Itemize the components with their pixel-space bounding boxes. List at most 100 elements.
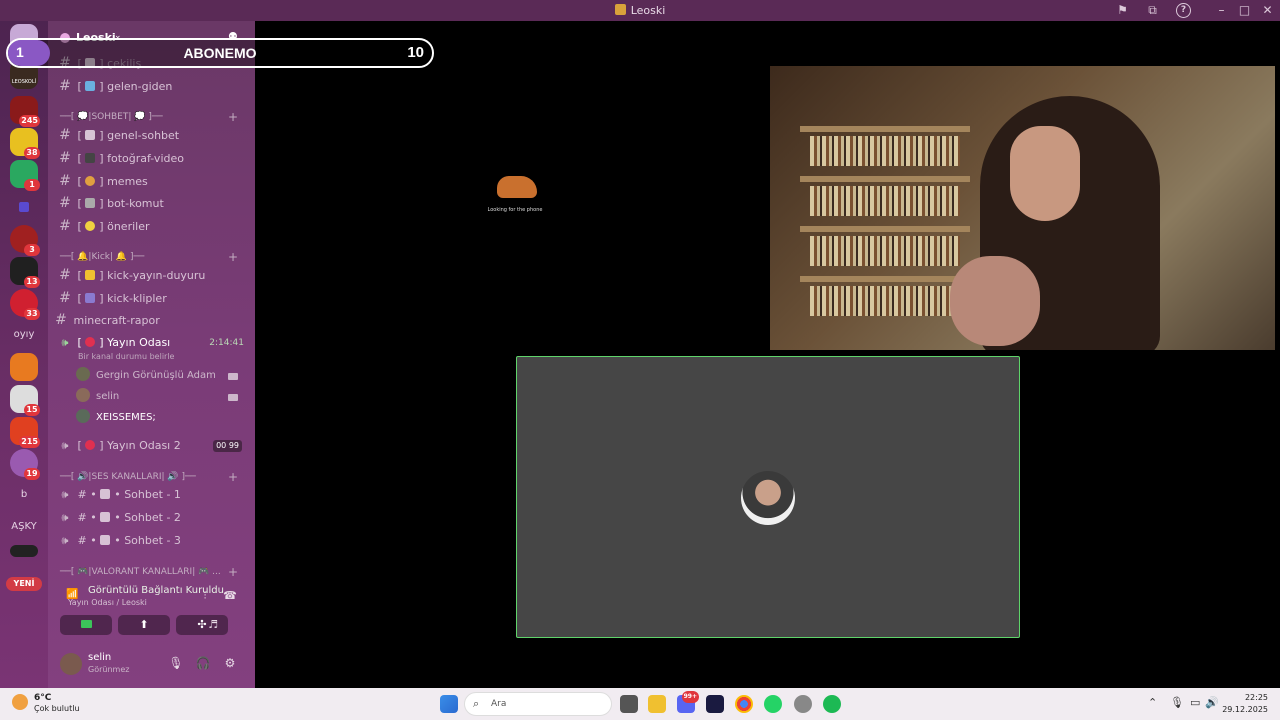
hash-icon: # bbox=[59, 127, 71, 143]
chrome-icon[interactable] bbox=[735, 695, 753, 713]
hash-icon: # bbox=[59, 173, 71, 189]
premiere-icon[interactable] bbox=[706, 695, 724, 713]
soundboard-icon[interactable]: ♬ bbox=[206, 618, 220, 632]
display-icon[interactable]: ▭ bbox=[1190, 696, 1200, 709]
weather-icon bbox=[12, 694, 28, 710]
category-ses-kanallari[interactable]: ──[ 🔊|SES KANALLARI| 🔊 ]── + bbox=[60, 470, 250, 484]
chevron-up-icon[interactable]: ⌃ bbox=[1148, 696, 1157, 709]
voice-user[interactable]: XEISSEMES; bbox=[76, 408, 246, 428]
activities-button[interactable]: ✣ bbox=[176, 615, 228, 635]
tiger-image bbox=[497, 176, 537, 198]
server-icon[interactable]: 1 bbox=[10, 160, 40, 191]
server-icon[interactable] bbox=[10, 193, 38, 221]
server-b[interactable]: b bbox=[10, 481, 38, 509]
channel-bot-komut[interactable]: # [ ] bot-komut bbox=[56, 193, 252, 213]
server-oyiy[interactable]: oyıy bbox=[10, 321, 38, 349]
time: 22:25 bbox=[1244, 693, 1268, 702]
new-servers-pill[interactable]: YENİ bbox=[6, 577, 42, 591]
red-dot-icon bbox=[85, 440, 96, 450]
camera-icon bbox=[228, 394, 238, 401]
inbox-icon[interactable]: ⚑ bbox=[1115, 3, 1130, 18]
face bbox=[1010, 126, 1080, 221]
add-channel-icon[interactable]: + bbox=[228, 470, 238, 484]
speech-icon bbox=[100, 512, 111, 522]
server-icon[interactable]: 245 bbox=[10, 96, 40, 127]
channel-kick-yayin-duyuru[interactable]: # [ ] kick-yayın-duyuru bbox=[56, 265, 252, 285]
voice-channel-sohbet-2[interactable]: 🕪 # • • Sohbet - 2 bbox=[56, 508, 252, 528]
channel-kick-klipler[interactable]: # [ ] kick-klipler bbox=[56, 288, 252, 308]
weather-widget[interactable]: 6°C Çok bulutlu bbox=[12, 692, 102, 716]
category-valorant[interactable]: ──[ 🎮|VALORANT KANALLARI| 🎮 ... + bbox=[60, 565, 250, 579]
server-icon[interactable]: 19 bbox=[10, 449, 40, 480]
discord-icon[interactable]: 99+ bbox=[677, 691, 699, 713]
help-icon[interactable]: ? bbox=[1176, 3, 1191, 18]
server-icon[interactable]: 13 bbox=[10, 257, 40, 288]
server-icon[interactable]: 215 bbox=[10, 417, 40, 448]
whatsapp-icon[interactable] bbox=[764, 695, 782, 713]
close-button[interactable]: ✕ bbox=[1260, 3, 1275, 18]
app-icon[interactable] bbox=[794, 695, 812, 713]
camera-toggle-button[interactable] bbox=[60, 615, 112, 635]
start-icon[interactable] bbox=[440, 695, 458, 713]
spotify-icon[interactable] bbox=[823, 695, 841, 713]
channel-status-note[interactable]: Bir kanal durumu belirle bbox=[78, 352, 174, 361]
speech-icon bbox=[85, 130, 96, 140]
voice-channel-sohbet-3[interactable]: 🕪 # • • Sohbet - 3 bbox=[56, 531, 252, 551]
server-icon[interactable] bbox=[10, 545, 38, 557]
screen-share-button[interactable]: ⬆ bbox=[118, 615, 170, 635]
channel-memes[interactable]: # [ ] memes bbox=[56, 171, 252, 191]
system-clock[interactable]: 22:25 29.12.2025 bbox=[1222, 692, 1268, 716]
channel-fotograf-video[interactable]: # [ ] fotoğraf-video bbox=[56, 148, 252, 168]
add-channel-icon[interactable]: + bbox=[228, 110, 238, 124]
voice-channel-yayin-odasi[interactable]: 🕪 [ ] Yayın Odası 2:14:41 bbox=[56, 333, 252, 353]
channel-oneriler[interactable]: # [ ] öneriler bbox=[56, 216, 252, 236]
channel-sidebar: Leoski ⌄ ⚉ # [ ] çekiliş # [ ] gelen-gid… bbox=[48, 21, 255, 688]
maximize-button[interactable]: □ bbox=[1237, 3, 1252, 18]
server-icon[interactable]: 33 bbox=[10, 289, 40, 320]
server-icon[interactable] bbox=[10, 353, 38, 381]
books bbox=[810, 186, 960, 216]
volume-icon[interactable]: 🔊 bbox=[1205, 696, 1219, 709]
avatar[interactable] bbox=[60, 653, 82, 675]
taskbar-search[interactable]: ⌕ Ara bbox=[464, 692, 612, 716]
file-explorer-icon[interactable] bbox=[648, 695, 666, 713]
channel-minecraft-rapor[interactable]: # minecraft-rapor bbox=[52, 310, 248, 330]
server-icon[interactable]: 38 bbox=[10, 128, 40, 159]
voice-channel-yayin-odasi-2[interactable]: 🕪 [ ] Yayın Odası 2 00 99 bbox=[56, 436, 252, 456]
webcam-video-tile[interactable] bbox=[770, 66, 1275, 350]
disconnect-icon[interactable]: ☎ bbox=[223, 589, 237, 603]
server-asky[interactable]: AŞKY bbox=[10, 513, 38, 541]
add-channel-icon[interactable]: + bbox=[228, 565, 238, 579]
popout-icon[interactable]: ⧉ bbox=[1145, 3, 1160, 18]
hash-icon: # bbox=[59, 290, 71, 306]
add-channel-icon[interactable]: + bbox=[228, 250, 238, 264]
voice-location[interactable]: Yayın Odası / Leoski bbox=[68, 598, 147, 607]
participant-tile[interactable] bbox=[516, 356, 1020, 638]
category-kick[interactable]: ──[ 🔔|Kick| 🔔 ]── + bbox=[60, 250, 250, 264]
task-view-icon[interactable] bbox=[620, 695, 638, 713]
minimize-button[interactable]: – bbox=[1214, 3, 1229, 18]
voice-user[interactable]: Gergin Görünüşlü Adam bbox=[76, 366, 246, 386]
window-title: Leoski bbox=[0, 4, 1280, 17]
microphone-icon[interactable]: 🎙 bbox=[1170, 696, 1184, 709]
channel-gelen-giden[interactable]: # [ ] gelen-giden bbox=[56, 76, 252, 96]
microphone-icon[interactable]: 🎙 bbox=[168, 656, 184, 672]
speaker-icon: 🕪 bbox=[61, 336, 69, 349]
server-icon[interactable]: 3 bbox=[10, 225, 40, 256]
channel-genel-sohbet[interactable]: # [ ] genel-sohbet bbox=[56, 125, 252, 145]
window-titlebar: Leoski ⚑ ⧉ ? – □ ✕ bbox=[0, 0, 1280, 21]
hash-icon: # bbox=[59, 78, 71, 94]
voice-user[interactable]: selin bbox=[76, 387, 246, 407]
books bbox=[810, 236, 960, 266]
avatar bbox=[76, 409, 90, 423]
noise-suppression-icon[interactable]: ⫶ bbox=[198, 589, 212, 603]
server-icon[interactable]: 15 bbox=[10, 385, 40, 416]
category-sohbet[interactable]: ──[ 💭|SOHBET| 💭 ]── + bbox=[60, 110, 250, 124]
date: 29.12.2025 bbox=[1222, 705, 1268, 714]
robot-icon bbox=[85, 198, 96, 208]
user-name[interactable]: selin bbox=[88, 652, 111, 663]
emoji-icon bbox=[85, 176, 96, 186]
headphones-icon[interactable]: 🎧 bbox=[195, 656, 211, 672]
settings-gear-icon[interactable]: ⚙ bbox=[222, 656, 238, 672]
voice-channel-sohbet-1[interactable]: 🕪 # • • Sohbet - 1 bbox=[56, 485, 252, 505]
